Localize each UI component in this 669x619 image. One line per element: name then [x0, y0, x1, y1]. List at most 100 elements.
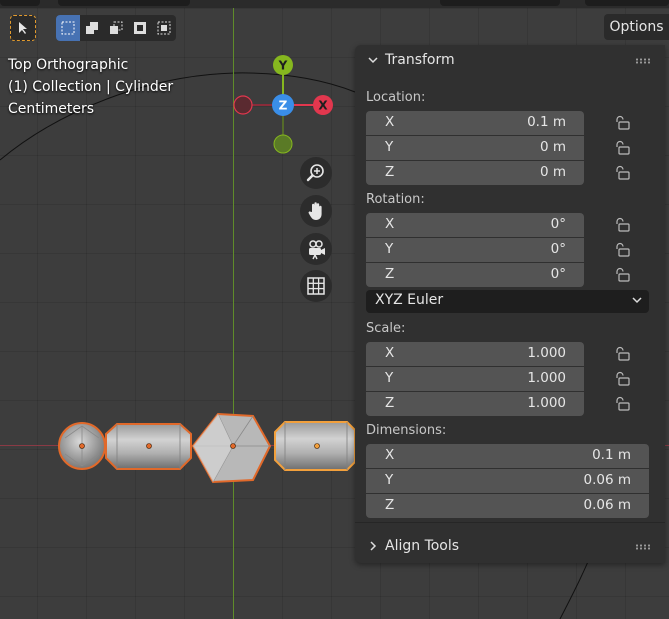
scale-label: Scale:	[366, 321, 406, 336]
mode-extend-button[interactable]	[80, 15, 104, 41]
dimensions-x-field[interactable]: X 0.1 m	[366, 444, 649, 468]
rotation-z-field[interactable]: Z 0°	[366, 263, 584, 287]
align-tools-title: Align Tools	[385, 538, 460, 554]
sphere-object[interactable]	[58, 422, 106, 470]
view-name: Top Orthographic	[8, 57, 129, 73]
cylinder-object-1[interactable]	[105, 423, 192, 470]
align-tools-header[interactable]: Align Tools	[367, 538, 459, 554]
axis-label: X	[385, 447, 395, 463]
scale-y-field[interactable]: Y 1.000	[366, 367, 584, 391]
drag-grip-icon[interactable]	[635, 58, 651, 64]
navigation-gizmo[interactable]: Y X Z	[230, 55, 340, 155]
axis-label: Z	[385, 395, 395, 411]
transform-title: Transform	[385, 52, 455, 68]
field-value: 0.1 m	[592, 447, 631, 463]
rotation-label: Rotation:	[366, 192, 425, 207]
transform-header[interactable]: Transform	[367, 52, 455, 68]
select-subtract-icon	[110, 21, 123, 34]
dimensions-z-field[interactable]: Z 0.06 m	[366, 494, 649, 518]
toggle-perspective-button[interactable]	[300, 270, 332, 302]
select-new-icon	[61, 21, 75, 35]
panel-divider	[355, 522, 665, 523]
options-button[interactable]: Options	[604, 14, 669, 40]
location-x-field[interactable]: X 0.1 m	[366, 111, 584, 135]
gizmo-x-axis[interactable]: X	[313, 95, 333, 115]
select-invert-icon	[134, 22, 146, 34]
field-value: 0 m	[539, 164, 566, 180]
dimensions-y-field[interactable]: Y 0.06 m	[366, 469, 649, 493]
rotation-mode-dropdown[interactable]: XYZ Euler	[366, 290, 649, 313]
dimensions-label: Dimensions:	[366, 423, 447, 438]
location-label: Location:	[366, 90, 426, 105]
transform-sidebar: Transform Location: X 0.1 m Y 0 m Z 0 m Rot…	[355, 45, 665, 563]
lock-scale-z-icon[interactable]	[613, 396, 631, 412]
viewport-info: Top Orthographic (1) Collection | Cylind…	[8, 54, 173, 120]
select-extend-icon	[86, 22, 98, 34]
active-cylinder-object[interactable]	[274, 421, 356, 471]
lock-location-y-icon[interactable]	[613, 140, 631, 156]
zoom-button[interactable]	[300, 157, 332, 189]
lock-scale-x-icon[interactable]	[613, 346, 631, 362]
collection-object-label: (1) Collection | Cylinder	[8, 79, 174, 95]
field-value: 0°	[550, 266, 566, 282]
selection-mode-group	[56, 15, 176, 41]
field-value: 0.1 m	[527, 114, 566, 130]
field-value: 0°	[550, 241, 566, 257]
hand-icon	[308, 202, 322, 220]
lock-location-z-icon[interactable]	[613, 165, 631, 181]
field-value: 0.06 m	[583, 497, 631, 513]
location-y-field[interactable]: Y 0 m	[366, 136, 584, 160]
rotation-x-field[interactable]: X 0°	[366, 213, 584, 237]
cursor-arrow-icon	[19, 22, 27, 34]
chevron-right-icon	[370, 541, 377, 551]
gizmo-z-axis[interactable]: Z	[272, 94, 294, 116]
svg-text:X: X	[318, 99, 328, 113]
lock-rotation-y-icon[interactable]	[613, 242, 631, 258]
axis-label: Y	[385, 370, 394, 386]
drag-grip-icon[interactable]	[635, 544, 651, 550]
chevron-down-icon	[368, 57, 378, 64]
scene-objects[interactable]	[55, 408, 365, 488]
mode-set-button[interactable]	[56, 15, 80, 41]
camera-view-button[interactable]	[300, 233, 332, 265]
axis-label: Y	[385, 472, 394, 488]
mode-invert-button[interactable]	[128, 15, 152, 41]
lock-rotation-z-icon[interactable]	[613, 267, 631, 283]
axis-label: X	[385, 216, 395, 232]
field-value: 0 m	[539, 139, 566, 155]
svg-text:Z: Z	[279, 99, 288, 113]
camera-icon	[309, 240, 325, 260]
axis-label: X	[385, 114, 395, 130]
mode-intersect-button[interactable]	[152, 15, 176, 41]
field-value: 0°	[550, 216, 566, 232]
field-value: 1.000	[527, 370, 566, 386]
unit-label: Centimeters	[8, 101, 95, 117]
gizmo-y-axis[interactable]: Y	[273, 55, 293, 75]
lock-rotation-x-icon[interactable]	[613, 217, 631, 233]
grid-icon	[307, 277, 325, 295]
axis-label: X	[385, 345, 395, 361]
scale-x-field[interactable]: X 1.000	[366, 342, 584, 366]
cone-object[interactable]	[191, 412, 272, 484]
location-z-field[interactable]: Z 0 m	[366, 161, 584, 185]
field-value: 1.000	[527, 345, 566, 361]
header-bar	[0, 0, 669, 8]
tool-header	[10, 14, 176, 42]
field-value: 1.000	[527, 395, 566, 411]
select-intersect-icon	[157, 21, 171, 35]
axis-label: Z	[385, 497, 395, 513]
mode-subtract-button[interactable]	[104, 15, 128, 41]
rotation-y-field[interactable]: Y 0°	[366, 238, 584, 262]
lock-location-x-icon[interactable]	[613, 115, 631, 131]
pan-button[interactable]	[300, 195, 332, 227]
svg-text:Y: Y	[278, 59, 288, 73]
axis-label: Y	[385, 139, 394, 155]
lock-scale-y-icon[interactable]	[613, 371, 631, 387]
axis-label: Z	[385, 266, 395, 282]
scale-z-field[interactable]: Z 1.000	[366, 392, 584, 416]
axis-label: Y	[385, 241, 394, 257]
rotation-mode-value: XYZ Euler	[375, 292, 444, 308]
axis-label: Z	[385, 164, 395, 180]
select-tool-button[interactable]	[10, 15, 36, 41]
zoom-icon	[306, 164, 324, 182]
